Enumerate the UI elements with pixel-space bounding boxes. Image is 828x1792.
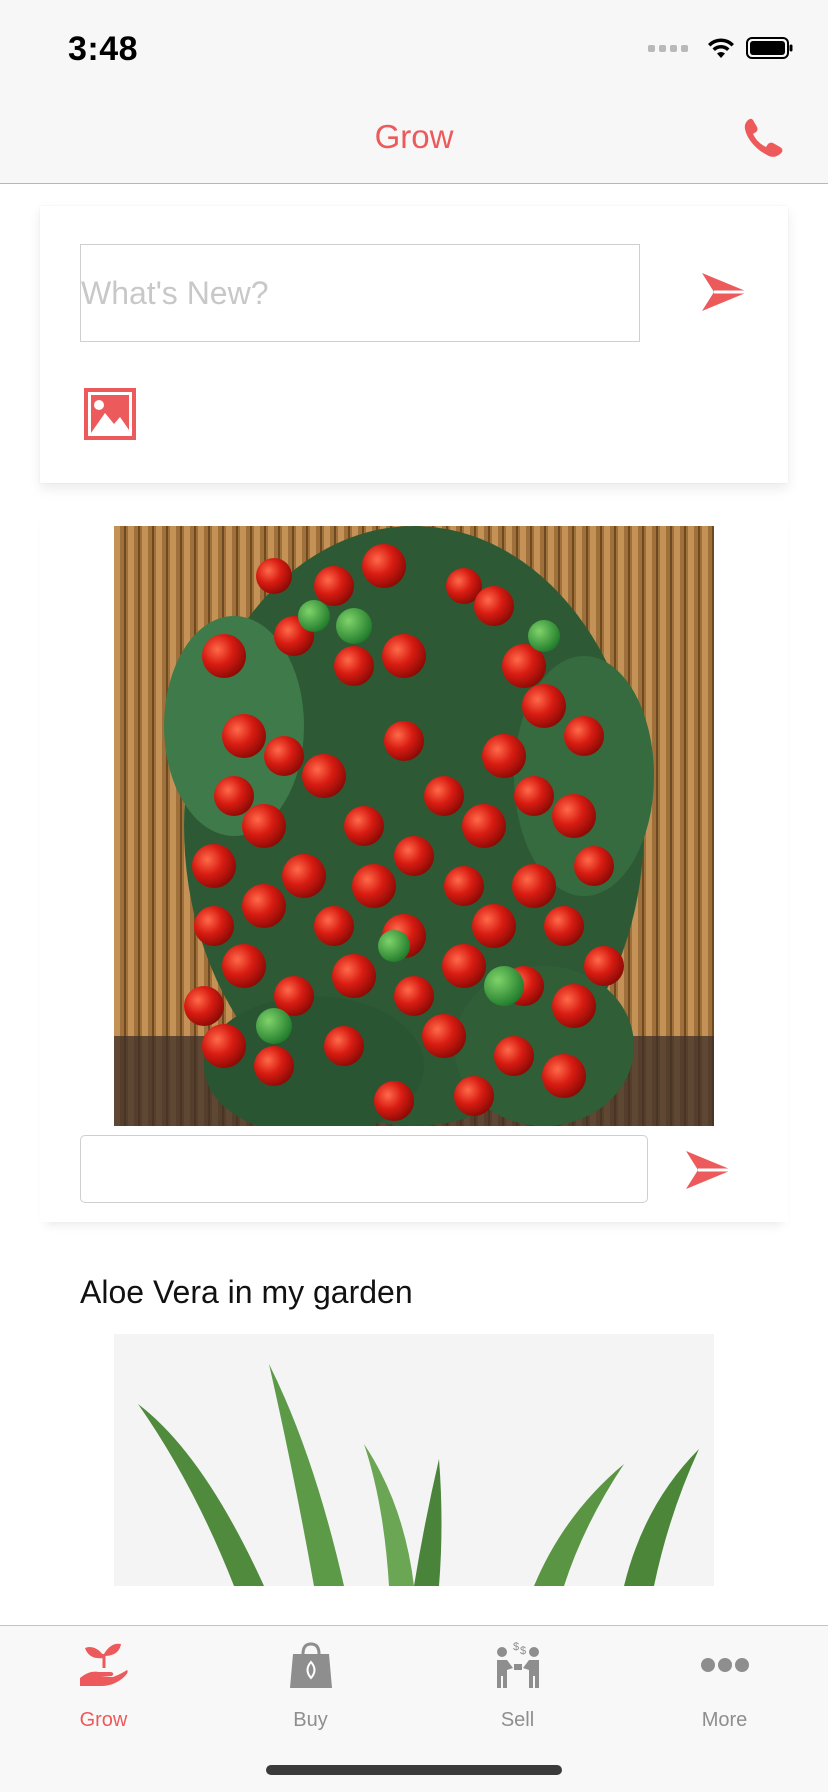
tab-sell[interactable]: $ $ Sell [414,1626,621,1736]
navigation-bar: Grow [0,92,828,184]
post-card [40,506,788,1222]
image-icon[interactable] [82,386,138,442]
status-icons [648,36,794,60]
send-icon[interactable] [700,270,750,314]
tab-buy[interactable]: Buy [207,1626,414,1736]
page-title: Grow [374,118,454,155]
aloe-vera-photo [114,1334,714,1586]
post-title: Aloe Vera in my garden [80,1274,413,1310]
battery-icon [746,37,793,59]
tab-more[interactable]: More [621,1626,828,1736]
new-post-composer: What's New? [40,206,788,483]
send-icon[interactable] [684,1148,734,1192]
tab-label: Sell [500,1709,535,1731]
tab-label: Grow [79,1709,128,1731]
svg-text:$: $ [520,1645,526,1657]
tab-label: More [701,1709,748,1731]
whats-new-input[interactable]: What's New? [80,244,640,342]
wifi-icon [708,38,734,58]
more-dots-icon [701,1658,749,1672]
home-indicator [266,1765,562,1775]
tab-label: Buy [293,1709,328,1731]
grow-hand-plant-icon [80,1643,128,1686]
tab-grow[interactable]: Grow [0,1626,207,1736]
status-time: 3:48 [68,30,139,68]
sell-people-icon: $ $ [497,1641,539,1688]
svg-text:$: $ [513,1641,519,1653]
comment-input[interactable] [80,1135,648,1203]
phone-icon[interactable] [742,116,786,160]
status-bar: 3:48 [0,0,828,92]
signal-icon [648,44,688,52]
shopping-bag-icon [290,1642,332,1688]
cherry-tomato-plant-photo [114,526,714,1126]
